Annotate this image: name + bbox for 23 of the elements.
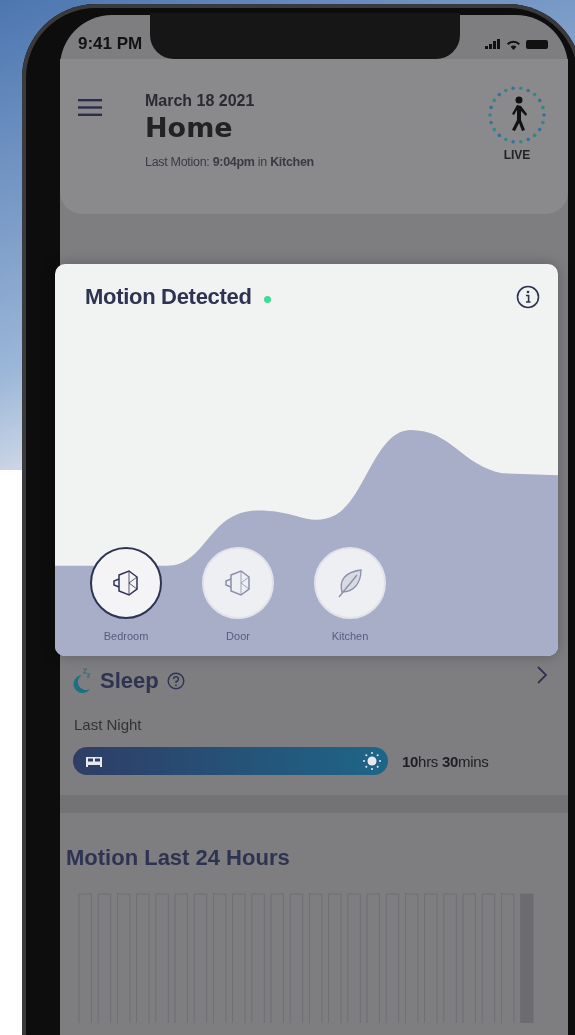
section-title: Motion Last 24 Hours (66, 845, 291, 871)
bed-icon (85, 755, 103, 767)
page-title: Home (145, 112, 234, 143)
sun-icon (362, 751, 382, 771)
wifi-icon (506, 38, 521, 50)
live-label: LIVE (503, 148, 531, 162)
sensor-label: Bedroom (103, 630, 149, 642)
status-time: 9:41 PM (78, 34, 143, 54)
date-text: March 18 2021 (145, 92, 256, 110)
sensor-label: Kitchen (331, 630, 369, 642)
menu-icon[interactable] (78, 99, 102, 116)
sensor-label: Door (226, 630, 250, 642)
walking-person-icon[interactable] (486, 84, 548, 146)
section-title: Sleep (100, 668, 159, 694)
card-title: Motion Detected (85, 284, 252, 310)
help-icon[interactable] (166, 672, 185, 690)
sleep-duration: 10hrs 30mins (402, 752, 489, 770)
battery-icon (526, 39, 548, 49)
chevron-right-icon[interactable] (536, 665, 548, 685)
period-label: Last Night (74, 716, 143, 733)
last-motion-text: Last Motion: 9:04pm in Kitchen (145, 155, 315, 169)
signal-icon (485, 39, 501, 49)
info-icon[interactable] (516, 285, 540, 309)
